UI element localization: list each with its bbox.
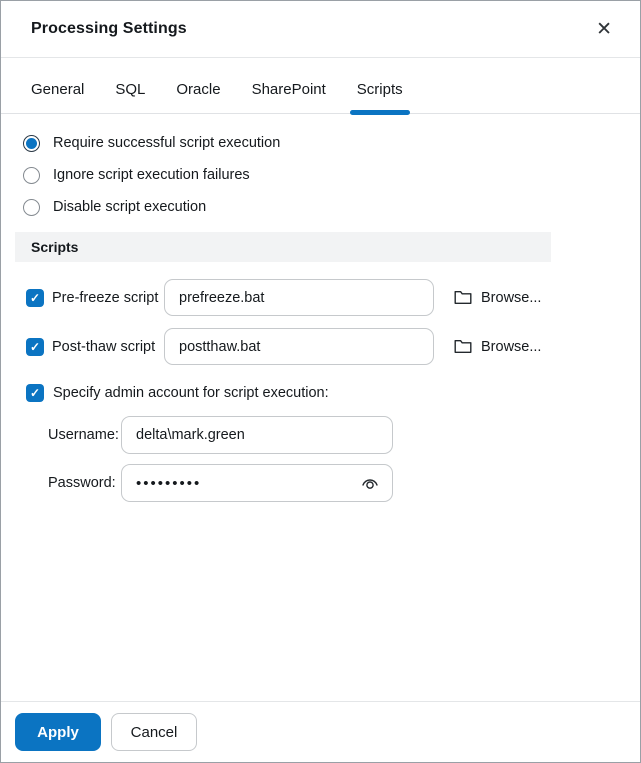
cancel-button[interactable]: Cancel (111, 713, 197, 751)
scripts-section-header: Scripts (15, 232, 551, 262)
browse-label: Browse... (481, 338, 542, 355)
script-execution-radio-group: Require successful script execution Igno… (1, 114, 640, 223)
pre-freeze-browse-button[interactable]: Browse... (454, 290, 541, 306)
password-field[interactable] (121, 464, 393, 502)
dialog-header: Processing Settings ✕ (1, 1, 640, 58)
radio-unselected-icon[interactable] (23, 166, 40, 184)
dialog-title: Processing Settings (31, 20, 187, 37)
post-thaw-browse-button[interactable]: Browse... (454, 339, 541, 355)
apply-button[interactable]: Apply (15, 713, 101, 751)
username-label: Username: (48, 427, 119, 443)
pre-freeze-label: Pre-freeze script (52, 289, 159, 306)
password-row: Password: (48, 464, 640, 502)
pre-freeze-row: ✓ Pre-freeze script Browse... (26, 279, 640, 316)
section-title: Scripts (31, 239, 79, 255)
radio-label: Require successful script execution (53, 135, 281, 151)
tab-sharepoint[interactable]: SharePoint (252, 81, 326, 113)
post-thaw-checkbox[interactable]: ✓ (26, 337, 44, 356)
show-password-eye-icon[interactable] (360, 476, 380, 491)
radio-require-successful[interactable]: Require successful script execution (23, 127, 640, 159)
radio-disable-execution[interactable]: Disable script execution (23, 191, 640, 223)
username-field[interactable] (121, 416, 393, 454)
post-thaw-row: ✓ Post-thaw script Browse... (26, 328, 640, 365)
folder-icon (454, 339, 472, 354)
tab-sql[interactable]: SQL (115, 81, 145, 113)
post-thaw-script-input[interactable] (164, 328, 434, 365)
tab-scripts[interactable]: Scripts (349, 81, 410, 115)
folder-icon (454, 290, 472, 305)
tab-bar: General SQL Oracle SharePoint Scripts (1, 81, 640, 115)
browse-label: Browse... (481, 289, 542, 306)
radio-selected-icon[interactable] (23, 134, 40, 152)
pre-freeze-script-input[interactable] (164, 279, 434, 316)
radio-ignore-failures[interactable]: Ignore script execution failures (23, 159, 640, 191)
password-label: Password: (48, 475, 116, 491)
checkmark-icon: ✓ (29, 339, 41, 354)
close-icon[interactable]: ✕ (592, 16, 616, 43)
username-row: Username: (48, 416, 640, 454)
specify-admin-checkbox[interactable]: ✓ (26, 384, 44, 402)
dialog-footer: Apply Cancel (1, 701, 640, 762)
checkmark-icon: ✓ (29, 386, 41, 400)
tab-general[interactable]: General (31, 81, 84, 113)
specify-admin-account-row[interactable]: ✓ Specify admin account for script execu… (26, 384, 640, 402)
processing-settings-dialog: Processing Settings ✕ General SQL Oracle… (0, 0, 641, 763)
radio-label: Disable script execution (53, 199, 207, 215)
post-thaw-label: Post-thaw script (52, 338, 156, 355)
tab-oracle[interactable]: Oracle (176, 81, 220, 113)
radio-unselected-icon[interactable] (23, 198, 40, 216)
specify-admin-label: Specify admin account for script executi… (53, 385, 329, 401)
checkmark-icon: ✓ (29, 290, 41, 305)
radio-label: Ignore script execution failures (53, 167, 250, 183)
pre-freeze-checkbox[interactable]: ✓ (26, 288, 44, 307)
